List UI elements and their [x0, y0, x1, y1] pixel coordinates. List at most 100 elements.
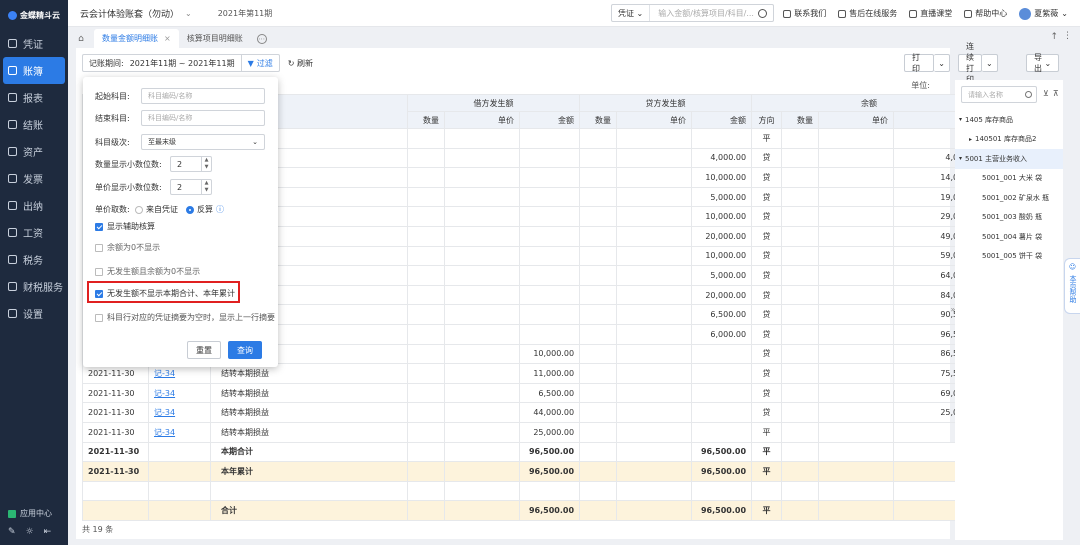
cell-cp — [616, 284, 693, 306]
cell-cq — [579, 245, 618, 267]
no-amount-checkbox[interactable] — [95, 267, 103, 276]
cell-dp — [444, 323, 521, 345]
reset-button[interactable]: 重置 — [187, 341, 221, 359]
tree-search-input[interactable]: 请输入名称 — [961, 86, 1037, 103]
table-row: 2021-11-30记-34结转本期损益6,500.00贷69,000.00 — [82, 382, 1008, 404]
price-source-radio-reverse[interactable] — [186, 205, 194, 214]
arrow-up-icon[interactable]: ↑ — [1050, 32, 1058, 42]
top-link-1[interactable]: 售后在线服务 — [838, 8, 897, 19]
tab-aux-ledger[interactable]: 核算项目明细账 — [179, 29, 251, 48]
chevron-down-icon[interactable]: ⌄ — [982, 54, 998, 72]
help-icon[interactable]: ⓘ — [216, 204, 224, 215]
tree-node[interactable]: 5001_004 薯片 袋 — [955, 227, 1063, 247]
collapse-sidebar-icon[interactable]: ⇤ — [44, 527, 52, 537]
home-icon[interactable]: ⌂ — [74, 32, 88, 46]
page-help-tab[interactable]: ☺ 本页帮助 — [1064, 258, 1080, 314]
top-link-3[interactable]: 帮助中心 — [964, 8, 1007, 19]
close-icon[interactable]: × — [164, 34, 171, 43]
top-link-0[interactable]: 联系我们 — [783, 8, 826, 19]
sidebar-item-0[interactable]: 凭证 — [0, 30, 68, 57]
cell-da — [519, 167, 581, 188]
more-icon[interactable]: ⋮ — [1063, 31, 1072, 41]
cell-ca — [691, 421, 753, 443]
tree-node[interactable]: 5001_001 大米 袋 — [955, 169, 1063, 189]
search-input[interactable]: 输入金额/核算项目/科目/... — [650, 8, 758, 19]
cell-ca — [691, 343, 753, 365]
top-link-2[interactable]: 直播课堂 — [909, 8, 952, 19]
sidebar-item-10[interactable]: 设置 — [0, 300, 68, 327]
query-button[interactable]: 查询 — [228, 341, 262, 359]
sidebar-item-4[interactable]: 资产 — [0, 138, 68, 165]
sidebar-item-3[interactable]: 结账 — [0, 111, 68, 138]
tree-toggle-icon[interactable]: ▾ — [959, 116, 962, 123]
sidebar-item-7[interactable]: 工资 — [0, 219, 68, 246]
price-decimals-stepper[interactable]: 2 ▲ ▼ — [170, 179, 212, 195]
cell-voucher[interactable]: 记-34 — [148, 402, 211, 423]
cell-bq — [781, 284, 820, 306]
cell-dp — [444, 245, 521, 267]
sidebar-item-1[interactable]: 账簿 — [3, 57, 65, 84]
zero-balance-checkbox[interactable] — [95, 243, 103, 252]
tree-node[interactable]: 5001_005 饼干 袋 — [955, 247, 1063, 267]
sidebar-item-label: 设置 — [23, 310, 43, 321]
search-icon[interactable] — [758, 8, 767, 18]
cell-bq — [781, 500, 820, 521]
global-search[interactable]: 凭证 ⌄ 输入金额/核算项目/科目/... — [611, 4, 774, 22]
header-debit: 借方发生额 — [407, 94, 581, 112]
cell-dir: 贷 — [751, 265, 783, 286]
sidebar-item-icon — [8, 39, 17, 48]
edit-icon[interactable]: ✎ — [8, 527, 16, 537]
tree-toggle-icon[interactable]: ▸ — [969, 136, 972, 143]
start-subject-input[interactable]: 科目编码/名称 — [141, 88, 265, 104]
tab-quantity-amount-ledger[interactable]: 数量金额明细账 × — [94, 29, 179, 48]
refresh-button[interactable]: ↻ 刷新 — [288, 58, 313, 69]
end-subject-input[interactable]: 科目编码/名称 — [141, 110, 265, 126]
sidebar-item-2[interactable]: 报表 — [0, 84, 68, 111]
cell-cq — [579, 206, 618, 227]
sidebar-item-8[interactable]: 税务 — [0, 246, 68, 273]
cell-dir: 平 — [751, 441, 783, 463]
search-type-select[interactable]: 凭证 ⌄ — [612, 5, 651, 21]
cell-voucher[interactable]: 记-34 — [148, 382, 211, 404]
cell-cq — [579, 343, 618, 365]
tree-node[interactable]: ▸ 140501 库存商品2 — [955, 130, 1063, 150]
show-aux-checkbox[interactable] — [95, 222, 103, 231]
filter-button[interactable]: ▼ 过滤 — [240, 55, 279, 71]
account-switcher[interactable]: 云会计体验账套（勿动） — [80, 7, 179, 20]
sidebar-item-6[interactable]: 出纳 — [0, 192, 68, 219]
price-source-radio-voucher[interactable] — [135, 205, 143, 214]
export-button[interactable]: 导出 ⌄ — [1026, 53, 1060, 73]
cell-bq — [781, 128, 820, 149]
collapse-icon[interactable]: ⊼ — [1053, 89, 1059, 98]
expand-icon[interactable]: ⊻ — [1043, 89, 1049, 98]
summary-fill-checkbox[interactable] — [95, 313, 103, 322]
level-select[interactable]: 至最末级 ⌄ — [141, 134, 265, 150]
continuous-print-button[interactable]: 连续打印 — [958, 42, 982, 84]
period-selector[interactable]: 记账期间: 2021年11期 ~ 2021年11期 ▼ 过滤 — [82, 54, 280, 72]
cell-voucher[interactable]: 记-34 — [148, 421, 211, 443]
sidebar-item-5[interactable]: 发票 — [0, 165, 68, 192]
more-tabs-icon[interactable]: ⋯ — [256, 34, 267, 44]
qty-decimals-stepper[interactable]: 2 ▲ ▼ — [170, 156, 212, 172]
cell-dir: 平 — [751, 421, 783, 443]
user-menu[interactable]: 夏紫薇 ⌄ — [1019, 7, 1068, 20]
cell-date — [82, 480, 149, 502]
cell-voucher — [148, 500, 211, 521]
tree-node[interactable]: ▾ 1405 库存商品 — [955, 110, 1063, 130]
theme-icon[interactable]: ☼ — [26, 527, 34, 537]
search-icon[interactable] — [1025, 91, 1032, 98]
cell-cp — [616, 128, 693, 149]
chevron-down-icon[interactable]: ⌄ — [185, 9, 192, 18]
app-center-button[interactable]: 应用中心 — [8, 508, 62, 519]
chevron-down-icon[interactable]: ⌄ — [934, 54, 950, 72]
sidebar-item-9[interactable]: 财税服务 — [0, 273, 68, 300]
cell-date: 2021-11-30 — [82, 421, 149, 443]
tree-node[interactable]: 5001_003 酸奶 瓶 — [955, 208, 1063, 228]
cell-dir: 平 — [751, 128, 783, 149]
tree-node[interactable]: 5001_002 矿泉水 瓶 — [955, 188, 1063, 208]
tree-toggle-icon[interactable]: ▾ — [959, 155, 962, 162]
cell-ca — [691, 402, 753, 423]
print-button[interactable]: 打印 — [904, 53, 935, 73]
tree-node[interactable]: ▾ 5001 主营业务收入 — [955, 149, 1063, 169]
cell-dir: 贷 — [751, 304, 783, 325]
